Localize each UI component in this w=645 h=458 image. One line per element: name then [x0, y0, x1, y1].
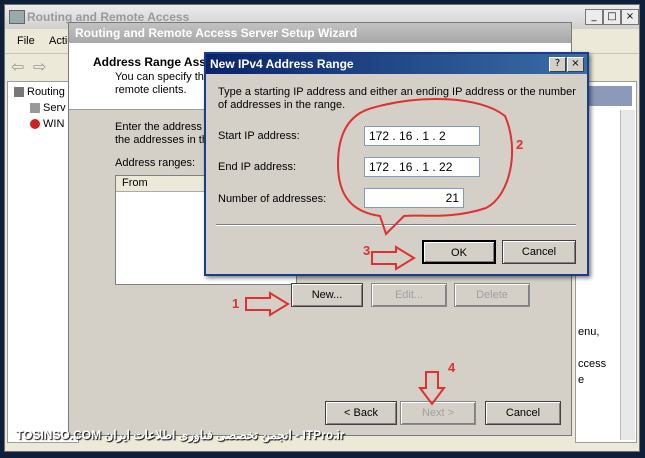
server-icon: [14, 87, 24, 98]
start-ip-label: Start IP address:: [218, 130, 300, 142]
minimize-button[interactable]: _: [585, 9, 603, 25]
end-ip-field[interactable]: 172 . 16 . 1 . 22: [364, 157, 480, 177]
address-ranges-label: Address ranges:: [115, 157, 196, 169]
maximize-button[interactable]: □: [603, 9, 621, 25]
delete-range-button[interactable]: Delete: [454, 283, 530, 307]
new-range-button[interactable]: New...: [291, 283, 363, 307]
wizard-title-bar: Routing and Remote Access Server Setup W…: [69, 23, 571, 43]
end-ip-label: End IP address:: [218, 161, 297, 173]
annotation-step-1: 1: [232, 296, 240, 311]
annotation-step-4: 4: [448, 360, 456, 375]
next-button[interactable]: Next >: [400, 401, 476, 425]
start-ip-field[interactable]: 172 . 16 . 1 . 2: [364, 126, 480, 146]
new-ipv4-range-dialog: New IPv4 Address Range ? × Type a starti…: [204, 52, 589, 276]
wizard-cancel-button[interactable]: Cancel: [485, 401, 561, 425]
close-button[interactable]: ×: [621, 9, 639, 25]
annotation-step-3: 3: [363, 243, 371, 258]
dialog-close-button[interactable]: ×: [567, 57, 584, 72]
tree-item-routing[interactable]: Routing: [14, 86, 65, 98]
edit-range-button[interactable]: Edit...: [371, 283, 447, 307]
server-down-icon: [30, 119, 40, 130]
forward-arrow-icon[interactable]: ⇨: [33, 57, 46, 76]
vertical-scrollbar[interactable]: [620, 110, 635, 440]
dialog-cancel-button[interactable]: Cancel: [502, 240, 576, 264]
server-status-icon: [30, 103, 40, 114]
wizard-header-text-1: You can specify th: [115, 71, 204, 83]
dialog-title: New IPv4 Address Range: [210, 57, 354, 71]
dialog-title-bar: New IPv4 Address Range: [206, 54, 587, 74]
number-of-addresses-label: Number of addresses:: [218, 193, 327, 205]
wizard-header-title: Address Range Assi: [93, 55, 210, 69]
wizard-body-text-1: Enter the address ra: [115, 121, 215, 133]
number-of-addresses-field[interactable]: 21: [364, 188, 464, 208]
app-icon: [9, 10, 25, 24]
tree-item-server-status[interactable]: Serv: [30, 102, 66, 114]
dialog-instructions: Type a starting IP address and either an…: [218, 86, 576, 111]
details-text-2: ccess: [578, 358, 607, 370]
wizard-header-text-2: remote clients.: [115, 84, 187, 96]
tree-item-win[interactable]: WIN: [30, 118, 64, 130]
ok-button[interactable]: OK: [422, 240, 496, 264]
details-text-3: e: [578, 374, 585, 386]
back-button[interactable]: < Back: [325, 401, 397, 425]
menu-file[interactable]: File: [17, 35, 35, 47]
watermark-footer: TOSINSO.COM انجمن تخصصی فناوری اطلاعات ا…: [16, 428, 345, 442]
wizard-body-text-2: the addresses in th: [115, 134, 208, 146]
dialog-separator: [216, 224, 576, 226]
details-text-1: enu,: [578, 326, 600, 338]
annotation-step-2: 2: [516, 137, 524, 152]
help-button[interactable]: ?: [549, 57, 566, 72]
back-arrow-icon[interactable]: ⇦: [11, 57, 24, 76]
wizard-title: Routing and Remote Access Server Setup W…: [75, 26, 358, 40]
